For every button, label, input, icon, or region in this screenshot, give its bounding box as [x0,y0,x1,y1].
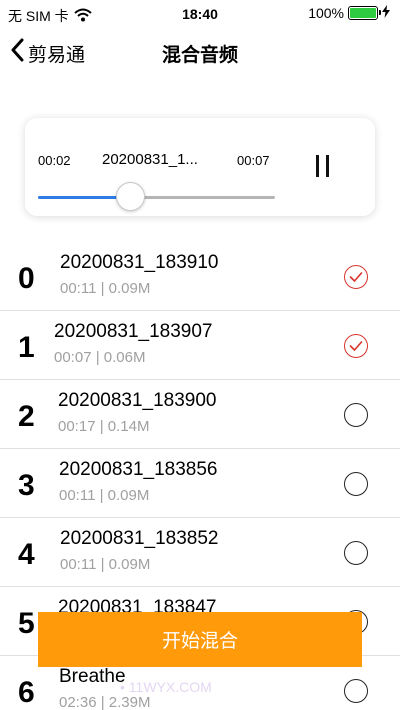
progress-slider[interactable] [38,182,275,211]
page-title: 混合音频 [161,45,238,66]
pause-button[interactable] [311,152,335,180]
track-name: 20200831_183852 [60,528,219,549]
track-row[interactable]: 3 20200831_183856 00:11 | 0.09M [0,449,400,518]
pause-icon-bar-right [326,155,329,177]
track-meta: 00:17 | 0.14M [58,418,150,435]
track-index: 4 [18,538,35,571]
track-row[interactable]: 1 20200831_183907 00:07 | 0.06M [0,311,400,380]
track-index: 2 [18,400,35,433]
track-row[interactable]: 0 20200831_183910 00:11 | 0.09M [0,242,400,311]
nav-bar: 剪易通 混合音频 [0,28,400,78]
unchecked-circle-icon[interactable] [344,403,368,427]
total-time: 00:07 [237,153,270,168]
track-name: Breathe [59,666,126,687]
track-index: 5 [18,607,35,640]
status-bar: 无 SIM 卡 18:40 100% [0,0,400,28]
battery-icon [348,6,381,20]
checked-circle-icon[interactable] [344,334,368,358]
unchecked-circle-icon[interactable] [344,679,368,703]
checked-circle-icon[interactable] [344,265,368,289]
track-row[interactable]: 4 20200831_183852 00:11 | 0.09M [0,518,400,587]
start-mix-button[interactable]: 开始混合 [38,612,362,667]
battery-cap [379,10,381,15]
track-meta: 00:11 | 0.09M [59,487,150,504]
track-name: 20200831_183907 [54,321,213,342]
audio-player-card: 00:02 20200831_1... 00:07 [25,118,375,216]
unchecked-circle-icon[interactable] [344,541,368,565]
unchecked-circle-icon[interactable] [344,472,368,496]
pause-icon-bar-left [316,155,319,177]
track-meta: 00:11 | 0.09M [60,280,151,297]
track-name: 20200831_183910 [60,252,219,273]
slider-thumb[interactable] [116,182,146,211]
track-index: 0 [18,262,35,295]
watermark: • 11WYX.COM [120,679,212,695]
playing-file-name: 20200831_1... [102,151,198,168]
track-index: 3 [18,469,35,502]
battery-percent: 100% [308,5,344,21]
battery-fill [350,8,376,18]
track-meta: 00:11 | 0.09M [60,556,151,573]
track-row[interactable]: 2 20200831_183900 00:17 | 0.14M [0,380,400,449]
track-meta: 02:36 | 2.39M [59,694,151,710]
track-index: 1 [18,331,35,364]
status-right: 100% [308,5,390,21]
track-name: 20200831_183900 [58,390,217,411]
track-meta: 00:07 | 0.06M [54,349,146,366]
track-name: 20200831_183856 [59,459,218,480]
current-time: 00:02 [38,153,71,168]
charging-icon [382,5,390,21]
track-index: 6 [18,676,35,709]
